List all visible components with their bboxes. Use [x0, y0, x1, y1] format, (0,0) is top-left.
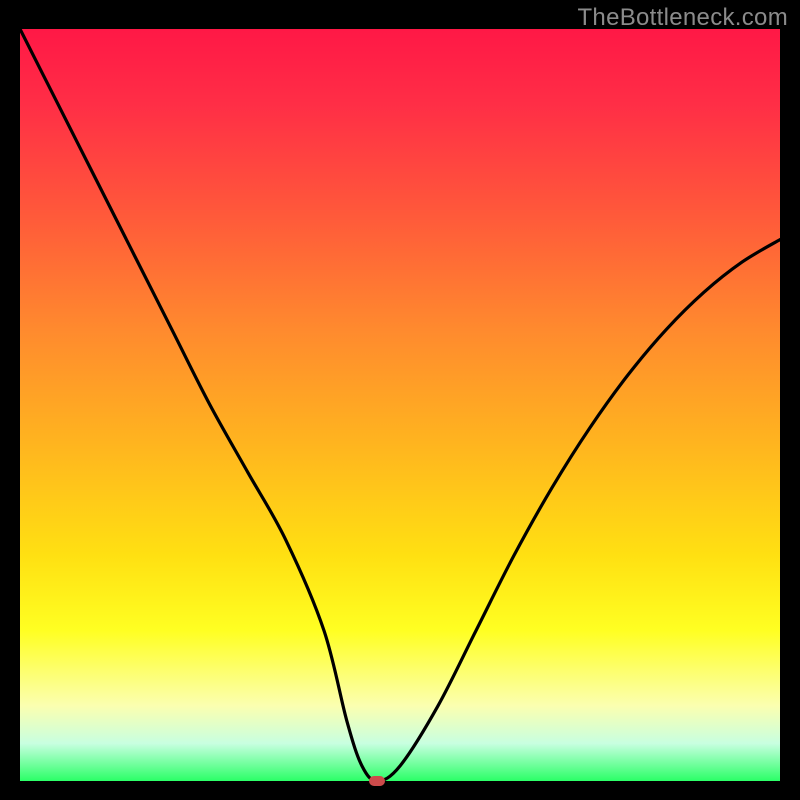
minimum-marker: [369, 776, 385, 786]
watermark-text: TheBottleneck.com: [577, 4, 788, 32]
plot-area: [20, 29, 780, 781]
chart-frame: TheBottleneck.com: [0, 0, 800, 800]
bottleneck-curve: [20, 29, 780, 781]
curve-path: [20, 29, 780, 781]
